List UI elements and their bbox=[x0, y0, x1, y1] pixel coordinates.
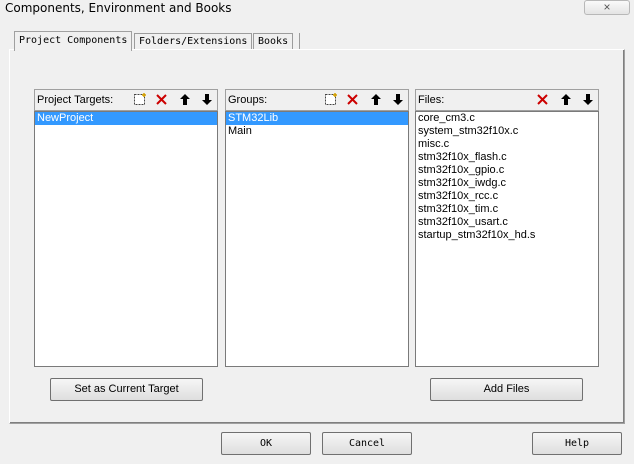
add-files-button[interactable]: Add Files bbox=[430, 378, 583, 401]
set-current-target-button[interactable]: Set as Current Target bbox=[50, 378, 203, 401]
close-button[interactable]: × bbox=[584, 0, 630, 15]
groups-panel: Groups: STM32Lib Main bbox=[225, 89, 409, 367]
groups-list[interactable]: STM32Lib Main bbox=[225, 111, 409, 367]
new-item-icon bbox=[324, 93, 337, 105]
move-up-file-button[interactable] bbox=[557, 91, 574, 108]
window-title: Components, Environment and Books bbox=[5, 1, 232, 15]
tab-strip-end bbox=[299, 33, 300, 49]
move-down-icon bbox=[392, 94, 403, 105]
delete-icon bbox=[156, 94, 167, 105]
list-item[interactable]: Main bbox=[226, 125, 408, 138]
move-up-icon bbox=[370, 94, 381, 105]
groups-header: Groups: bbox=[225, 89, 409, 111]
project-targets-panel: Project Targets: NewProject bbox=[34, 89, 218, 367]
list-item[interactable]: stm32f10x_rcc.c bbox=[416, 190, 598, 203]
move-down-target-button[interactable] bbox=[198, 91, 215, 108]
move-up-icon bbox=[560, 94, 571, 105]
move-down-icon bbox=[582, 94, 593, 105]
project-targets-header: Project Targets: bbox=[34, 89, 218, 111]
close-icon: × bbox=[603, 0, 611, 14]
tab-books[interactable]: Books bbox=[253, 33, 294, 50]
cancel-button[interactable]: Cancel bbox=[322, 432, 412, 455]
delete-target-button[interactable] bbox=[153, 91, 170, 108]
project-targets-label: Project Targets: bbox=[37, 94, 114, 106]
files-label: Files: bbox=[418, 94, 445, 106]
move-down-group-button[interactable] bbox=[389, 91, 406, 108]
project-targets-list[interactable]: NewProject bbox=[34, 111, 218, 367]
ok-button[interactable]: OK bbox=[221, 432, 311, 455]
list-item[interactable]: stm32f10x_flash.c bbox=[416, 151, 598, 164]
list-item[interactable]: NewProject bbox=[35, 112, 217, 125]
list-item[interactable]: STM32Lib bbox=[226, 112, 408, 125]
files-panel: Files: core_cm3.c system_stm32f10x.c mis… bbox=[415, 89, 599, 367]
new-target-button[interactable] bbox=[131, 91, 148, 108]
help-button[interactable]: Help bbox=[532, 432, 622, 455]
list-item[interactable]: stm32f10x_gpio.c bbox=[416, 164, 598, 177]
list-item[interactable]: stm32f10x_usart.c bbox=[416, 216, 598, 229]
list-item[interactable]: system_stm32f10x.c bbox=[416, 125, 598, 138]
move-down-icon bbox=[201, 94, 212, 105]
list-item[interactable]: stm32f10x_tim.c bbox=[416, 203, 598, 216]
new-item-icon bbox=[133, 93, 146, 105]
list-item[interactable]: misc.c bbox=[416, 138, 598, 151]
move-up-icon bbox=[179, 94, 190, 105]
groups-label: Groups: bbox=[228, 94, 268, 106]
tab-project-components[interactable]: Project Components bbox=[14, 31, 133, 51]
title-bar: Components, Environment and Books × bbox=[0, 0, 634, 18]
new-group-button[interactable] bbox=[322, 91, 339, 108]
move-down-file-button[interactable] bbox=[579, 91, 596, 108]
list-item[interactable]: stm32f10x_iwdg.c bbox=[416, 177, 598, 190]
list-item[interactable]: startup_stm32f10x_hd.s bbox=[416, 229, 598, 242]
tab-folders-extensions[interactable]: Folders/Extensions bbox=[134, 33, 253, 50]
list-item[interactable]: core_cm3.c bbox=[416, 112, 598, 125]
files-list[interactable]: core_cm3.c system_stm32f10x.c misc.c stm… bbox=[415, 111, 599, 367]
move-up-group-button[interactable] bbox=[367, 91, 384, 108]
files-header: Files: bbox=[415, 89, 599, 111]
delete-icon bbox=[347, 94, 358, 105]
move-up-target-button[interactable] bbox=[176, 91, 193, 108]
delete-group-button[interactable] bbox=[344, 91, 361, 108]
delete-icon bbox=[537, 94, 548, 105]
delete-file-button[interactable] bbox=[534, 91, 551, 108]
